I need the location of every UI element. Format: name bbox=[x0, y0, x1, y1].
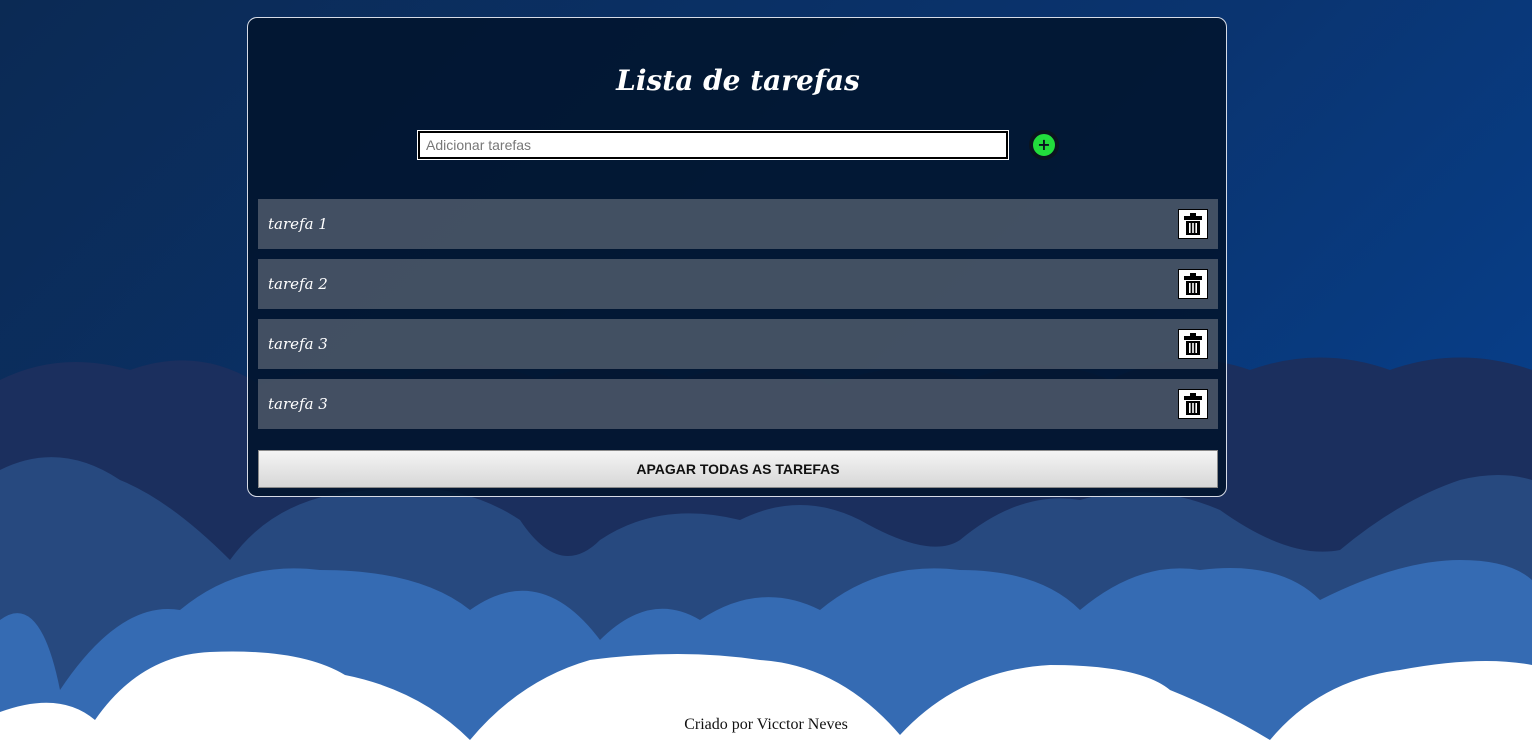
task-item: tarefa 3 bbox=[258, 319, 1218, 369]
delete-task-button[interactable] bbox=[1178, 389, 1208, 419]
task-list: tarefa 1 tarefa 2 tarefa 3 tarefa 3 bbox=[258, 199, 1218, 439]
task-label: tarefa 2 bbox=[268, 275, 328, 293]
task-label: tarefa 1 bbox=[268, 215, 328, 233]
plus-icon: + bbox=[1037, 135, 1051, 154]
trash-icon bbox=[1184, 333, 1202, 355]
todo-app-card: Lista de tarefas + tarefa 1 tarefa 2 bbox=[247, 17, 1227, 497]
page-title: Lista de tarefas bbox=[616, 64, 860, 97]
delete-task-button[interactable] bbox=[1178, 329, 1208, 359]
add-task-input[interactable] bbox=[417, 130, 1009, 160]
clear-all-tasks-button[interactable]: APAGAR TODAS AS TAREFAS bbox=[258, 450, 1218, 488]
trash-icon bbox=[1184, 273, 1202, 295]
trash-icon bbox=[1184, 393, 1202, 415]
task-item: tarefa 1 bbox=[258, 199, 1218, 249]
task-label: tarefa 3 bbox=[268, 335, 328, 353]
task-label: tarefa 3 bbox=[268, 395, 328, 413]
add-task-button[interactable]: + bbox=[1029, 130, 1059, 160]
task-item: tarefa 2 bbox=[258, 259, 1218, 309]
delete-task-button[interactable] bbox=[1178, 209, 1208, 239]
footer-credit: Criado por Vicctor Neves bbox=[684, 716, 848, 733]
task-item: tarefa 3 bbox=[258, 379, 1218, 429]
delete-task-button[interactable] bbox=[1178, 269, 1208, 299]
trash-icon bbox=[1184, 213, 1202, 235]
